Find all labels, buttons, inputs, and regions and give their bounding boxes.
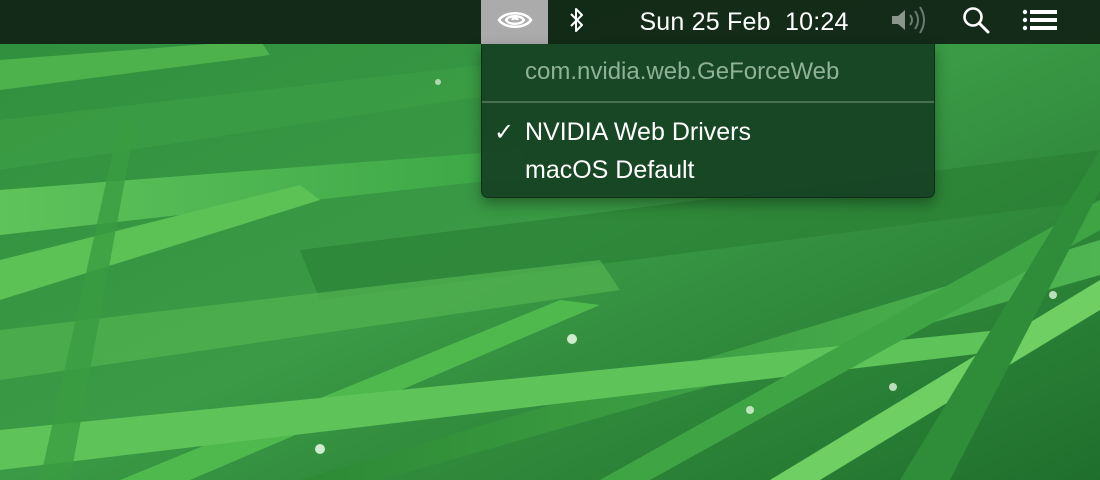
volume-menu-extra[interactable]: [884, 0, 936, 44]
nvidia-dropdown-menu: com.nvidia.web.GeForceWeb ✓ NVIDIA Web D…: [481, 44, 935, 198]
menu-separator: [482, 101, 934, 103]
menu-header: com.nvidia.web.GeForceWeb: [525, 58, 840, 85]
checkmark-icon: ✓: [494, 119, 515, 146]
notification-center-menu-extra[interactable]: [1015, 0, 1065, 44]
menubar-clock[interactable]: Sun 25 Feb 10:24: [618, 0, 870, 44]
list-icon: [1022, 9, 1058, 36]
clock-date: Sun 25 Feb: [639, 7, 771, 36]
clock-time: 10:24: [785, 7, 849, 36]
menu-bar: Sun 25 Feb 10:24: [0, 0, 1100, 44]
bluetooth-menu-extra[interactable]: [560, 0, 594, 44]
nvidia-eye-icon: [495, 7, 535, 38]
bluetooth-icon: [568, 6, 586, 39]
spotlight-menu-extra[interactable]: [955, 0, 997, 44]
menu-item-label: macOS Default: [525, 156, 695, 184]
menu-item-nvidia-web-drivers[interactable]: ✓ NVIDIA Web Drivers: [482, 114, 934, 152]
search-icon: [961, 5, 991, 40]
menu-item-macos-default[interactable]: macOS Default: [482, 152, 934, 190]
nvidia-menu-extra[interactable]: [481, 0, 548, 44]
volume-icon: [888, 5, 932, 40]
menu-item-label: NVIDIA Web Drivers: [525, 118, 751, 146]
